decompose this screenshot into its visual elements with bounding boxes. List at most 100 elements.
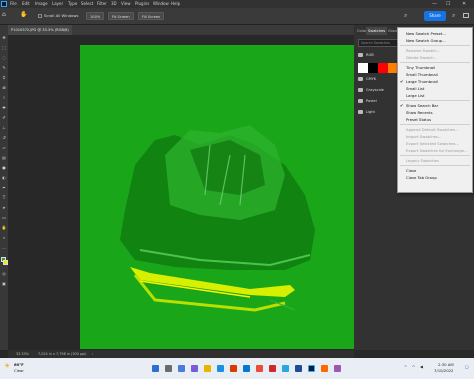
lasso-tool-icon[interactable]: ◌: [1, 55, 7, 61]
marquee-tool-icon[interactable]: ⬚: [1, 45, 7, 51]
context-menu-item[interactable]: Small Thumbnail: [398, 71, 472, 78]
file-explorer-icon[interactable]: [204, 365, 211, 372]
status-arrow-icon[interactable]: ›: [92, 350, 93, 358]
brush-tool-icon[interactable]: ✐: [1, 115, 7, 121]
menu-3d[interactable]: 3D: [111, 0, 117, 8]
menu-separator: [400, 165, 470, 166]
menu-window[interactable]: Window: [153, 0, 169, 8]
minimize-icon[interactable]: —: [432, 0, 437, 8]
type-tool-icon[interactable]: T: [1, 195, 7, 201]
swatch-group-pastel[interactable]: Pastel: [354, 97, 400, 106]
hand-tool-icon: ✋: [20, 11, 28, 18]
search-icon[interactable]: ⌕: [404, 12, 407, 20]
fill-screen-button[interactable]: Fill Screen: [138, 12, 165, 20]
eyedropper-tool-icon[interactable]: ⌇: [1, 95, 7, 101]
canvas-area[interactable]: [8, 35, 357, 350]
tray-overflow-icon[interactable]: ^: [404, 364, 407, 369]
chrome-icon[interactable]: [256, 365, 263, 372]
eraser-tool-icon[interactable]: ▱: [1, 145, 7, 151]
start-icon[interactable]: [152, 365, 159, 372]
swatch-white[interactable]: [358, 63, 368, 73]
scroll-all-windows-checkbox[interactable]: [38, 14, 42, 18]
menu-layer[interactable]: Layer: [52, 0, 63, 8]
menu-view[interactable]: View: [121, 0, 131, 8]
menu-type[interactable]: Type: [68, 0, 77, 8]
office-icon[interactable]: [230, 365, 237, 372]
healing-brush-icon[interactable]: ✚: [1, 105, 7, 111]
home-icon[interactable]: ⌂: [2, 11, 6, 18]
rectangle-tool-icon[interactable]: ▭: [1, 215, 7, 221]
quick-select-tool-icon[interactable]: ✎: [1, 65, 7, 71]
context-menu-item[interactable]: Close: [398, 167, 472, 174]
swatch-group-rgb[interactable]: RGB: [354, 51, 400, 60]
hand-tool-icon[interactable]: ✋: [1, 225, 7, 231]
maximize-icon[interactable]: ☐: [446, 0, 450, 8]
context-menu-item[interactable]: Close Tab Group: [398, 174, 472, 181]
crop-tool-icon[interactable]: ⌗: [1, 75, 7, 81]
search-taskbar-icon[interactable]: [165, 365, 172, 372]
path-select-icon[interactable]: ➤: [1, 205, 7, 211]
menu-select[interactable]: Select: [81, 0, 93, 8]
acrobat-icon[interactable]: [269, 365, 276, 372]
menu-file[interactable]: File: [10, 0, 17, 8]
context-menu-item[interactable]: Show Recents: [398, 109, 472, 116]
dodge-tool-icon[interactable]: ◐: [1, 175, 7, 181]
context-menu-item[interactable]: Preset Status: [398, 116, 472, 123]
move-tool-icon[interactable]: ✥: [1, 35, 7, 41]
screen-mode-icon[interactable]: ▣: [1, 281, 7, 287]
swatch-black[interactable]: [368, 63, 378, 73]
quick-mask-icon[interactable]: ◎: [1, 271, 7, 277]
context-menu-item[interactable]: ✔ Large Thumbnail: [398, 78, 472, 85]
app-icon-purple[interactable]: [334, 365, 341, 372]
store-icon[interactable]: [243, 365, 250, 372]
search-icon-2[interactable]: ⌕: [452, 12, 455, 20]
frame-tool-icon[interactable]: ⊠: [1, 85, 7, 91]
tab-swatches[interactable]: Swatches: [366, 27, 388, 35]
swatch-group-light[interactable]: Light: [354, 108, 400, 117]
workspace-icon[interactable]: [463, 13, 469, 18]
context-menu-item[interactable]: ✔ Show Search Bar: [398, 102, 472, 109]
document-tab[interactable]: P1010572.JPG @ 33.3% (RGB/8): [8, 25, 72, 35]
menu-filter[interactable]: Filter: [97, 0, 107, 8]
swatch-group-cmyk[interactable]: CMYK: [354, 75, 400, 84]
close-icon[interactable]: ✕: [462, 0, 466, 8]
menu-image[interactable]: Image: [35, 0, 48, 8]
fit-screen-button[interactable]: Fit Screen: [108, 12, 134, 20]
share-button[interactable]: Share: [424, 11, 446, 21]
history-brush-icon[interactable]: ↺: [1, 135, 7, 141]
outlook-icon[interactable]: [282, 365, 289, 372]
network-icon[interactable]: ◠: [412, 364, 415, 369]
volume-icon[interactable]: ◀: [420, 364, 423, 369]
swatch-search-input[interactable]: Search Swatches: [358, 39, 402, 47]
word-icon[interactable]: [295, 365, 302, 372]
swatch-group-grayscale[interactable]: Grayscale: [354, 86, 400, 95]
blur-tool-icon[interactable]: ●: [1, 165, 7, 171]
weather-temp[interactable]: 60°F: [14, 362, 24, 367]
document-canvas[interactable]: [80, 45, 357, 349]
menu-edit[interactable]: Edit: [22, 0, 30, 8]
photoshop-taskbar-icon[interactable]: [308, 365, 315, 372]
gradient-tool-icon[interactable]: ▤: [1, 155, 7, 161]
swatch-red[interactable]: [378, 63, 388, 73]
more-tools-icon[interactable]: …: [1, 245, 7, 251]
menu-help[interactable]: Help: [171, 0, 180, 8]
zoom-100-button[interactable]: 100%: [86, 12, 105, 20]
zoom-status[interactable]: 33.33%: [16, 350, 29, 358]
context-menu-item[interactable]: New Swatch Preset...: [398, 30, 472, 37]
app-icon-orange[interactable]: [321, 365, 328, 372]
teams-icon[interactable]: [191, 365, 198, 372]
task-view-icon[interactable]: [178, 365, 185, 372]
zoom-tool-icon[interactable]: ⌕: [1, 235, 7, 241]
weather-icon[interactable]: ☀: [4, 362, 10, 370]
notification-icon[interactable]: ▢: [465, 364, 469, 369]
menu-plugins[interactable]: Plugins: [135, 0, 149, 8]
clock-time[interactable]: 2:30 AM: [438, 362, 454, 367]
context-menu-item[interactable]: Tiny Thumbnail: [398, 64, 472, 71]
context-menu-item[interactable]: Large List: [398, 92, 472, 99]
context-menu-item[interactable]: New Swatch Group...: [398, 37, 472, 44]
clone-stamp-icon[interactable]: ⊥: [1, 125, 7, 131]
photoshop-logo[interactable]: [1, 1, 7, 7]
edge-icon[interactable]: [217, 365, 224, 372]
context-menu-item[interactable]: Small List: [398, 85, 472, 92]
pen-tool-icon[interactable]: ✒: [1, 185, 7, 191]
